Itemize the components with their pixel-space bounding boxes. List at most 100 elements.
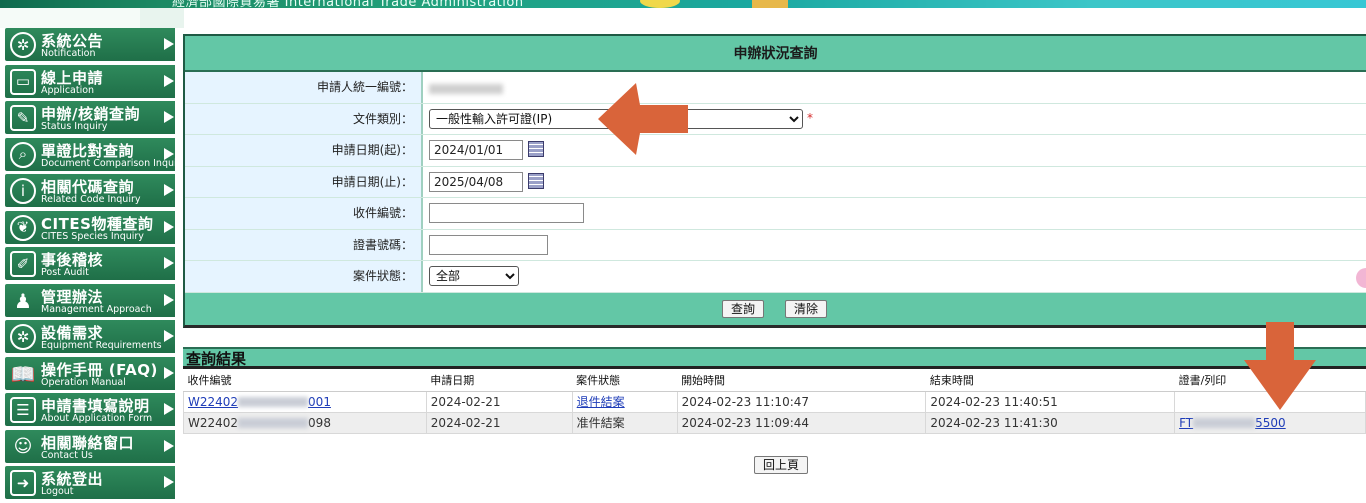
expand-arrow-icon xyxy=(164,147,174,160)
receipt-no-input[interactable] xyxy=(429,203,584,223)
edit-document-icon: ✎ xyxy=(10,105,36,131)
status-cell: 准件結案 xyxy=(571,411,678,434)
case-status-select[interactable]: 全部 xyxy=(429,266,519,286)
top-banner: 經濟部國際貿易署 International Trade Administrat… xyxy=(0,0,1366,8)
cert-no-field xyxy=(429,234,548,256)
end-time-cell: 2024-02-23 11:40:51 xyxy=(925,390,1176,413)
expand-arrow-icon xyxy=(164,366,174,379)
sidebar-item-contact[interactable]: ☺ 相關聯絡窗口 Contact Us xyxy=(5,429,175,463)
leaf-icon: ❦ xyxy=(10,214,36,241)
sidebar-item-sublabel: Status Inquiry xyxy=(41,121,108,132)
expand-arrow-icon xyxy=(164,330,174,342)
doc-type-label: 文件類別： xyxy=(185,103,423,134)
back-button[interactable]: 回上頁 xyxy=(754,456,809,474)
banner-decoration xyxy=(640,0,680,8)
cert-no-label: 證書號碼： xyxy=(185,229,423,260)
sidebar-item-management[interactable]: ♟ 管理辦法 Management Approach xyxy=(5,283,175,317)
receipt-no-row: 收件編號： xyxy=(185,198,1366,230)
cert-no-input[interactable] xyxy=(429,234,548,255)
expand-arrow-icon xyxy=(164,111,174,123)
sidebar-item-related-code[interactable]: i 相關代碼查詢 Related Code Inquiry xyxy=(5,174,175,207)
banner-decoration xyxy=(752,0,788,8)
sidebar-item-sublabel: CITES Species Inquiry xyxy=(41,230,144,242)
query-actions-bar: 查詢 清除 xyxy=(185,293,1366,325)
column-header: 結束時間 xyxy=(925,369,1175,392)
end-time-cell: 2024-02-23 11:41:30 xyxy=(925,411,1176,434)
case-status-row: 案件狀態： 全部 xyxy=(185,261,1366,293)
banner-title: 經濟部國際貿易署 International Trade Administrat… xyxy=(172,0,524,8)
apply-date-cell: 2024-02-21 xyxy=(425,411,573,434)
receipt-suffix: 001 xyxy=(308,394,331,409)
column-header: 案件狀態 xyxy=(572,369,678,392)
expand-arrow-icon xyxy=(164,257,174,269)
sidebar-item-document-comparison[interactable]: ⌕ 單證比對查詢 Document Comparison Inquiry xyxy=(5,137,186,171)
receipt-no-label: 收件編號： xyxy=(185,198,423,229)
sidebar-item-status-inquiry[interactable]: ✎ 申辦/核銷查詢 Status Inquiry xyxy=(5,101,175,134)
date-to-input[interactable] xyxy=(429,171,523,192)
sidebar-item-operation-manual[interactable]: 📖 操作手冊 (FAQ) Operation Manual xyxy=(5,356,175,390)
column-header: 開始時間 xyxy=(677,369,926,392)
query-button[interactable]: 查詢 xyxy=(722,300,765,318)
sidebar-item-notification[interactable]: ✲ 系統公告 Notification xyxy=(5,28,175,61)
receipt-link[interactable]: W22402 001 xyxy=(188,395,331,409)
expand-arrow-icon xyxy=(164,184,174,196)
sidebar-item-equipment[interactable]: ✲ 設備需求 Equipment Requirements xyxy=(5,320,175,353)
search-icon: ⌕ xyxy=(10,141,36,168)
results-panel: 查詢結果 收件編號 申請日期 案件狀態 開始時間 結束時間 證書/列印 W224… xyxy=(183,347,1366,434)
expand-arrow-icon xyxy=(164,476,174,488)
redacted-applicant-id xyxy=(429,83,503,94)
receipt-no-field xyxy=(429,203,584,224)
sidebar-menu: ✲ 系統公告 Notification ▭ 線上申請 Application ✎… xyxy=(5,28,186,503)
table-row: W22402 098 2024-02-21 准件結案 2024-02-23 11:… xyxy=(183,411,1366,434)
cert-print-link[interactable]: FT 5500 xyxy=(1179,416,1286,430)
sidebar-item-logout[interactable]: ➜ 系統登出 Logout xyxy=(5,466,175,499)
query-panel-title: 申辦狀況查詢 xyxy=(185,36,1366,72)
case-status-label: 案件狀態： xyxy=(185,261,423,292)
clear-button[interactable]: 清除 xyxy=(785,300,828,318)
pencil-note-icon: ✐ xyxy=(10,251,36,277)
sidebar-item-sublabel: Contact Us xyxy=(41,449,93,461)
date-from-input[interactable] xyxy=(429,140,523,160)
sidebar-item-application[interactable]: ▭ 線上申請 Application xyxy=(5,64,175,98)
header-spacer xyxy=(0,8,140,28)
redacted-text xyxy=(1193,418,1256,428)
sidebar-item-post-audit[interactable]: ✐ 事後稽核 Post Audit xyxy=(5,247,175,280)
receipt-prefix: W22402 xyxy=(188,415,239,430)
calendar-icon[interactable] xyxy=(528,172,544,189)
results-title: 查詢結果 xyxy=(183,347,1366,369)
sidebar-item-sublabel: Post Audit xyxy=(41,267,89,278)
sidebar-item-cites-species[interactable]: ❦ CITES物種查詢 CITES Species Inquiry xyxy=(5,210,175,244)
receipt-no-cell: W22402 098 xyxy=(183,411,427,434)
sidebar-item-sublabel: Management Approach xyxy=(41,303,152,315)
gear-icon: ✲ xyxy=(10,32,36,58)
cert-suffix: 5500 xyxy=(1255,415,1286,430)
sidebar-item-sublabel: Operation Manual xyxy=(41,376,126,388)
annotation-left-arrow-icon xyxy=(598,83,688,155)
expand-arrow-icon xyxy=(164,38,174,50)
expand-arrow-icon xyxy=(164,439,174,452)
date-to-label: 申請日期(止)： xyxy=(185,166,423,197)
status-link[interactable]: 退件結案 xyxy=(577,395,625,409)
expand-arrow-icon xyxy=(164,220,174,233)
sidebar-item-sublabel: Application xyxy=(41,84,95,96)
expand-arrow-icon xyxy=(164,403,174,415)
sidebar-item-sublabel: About Application Form xyxy=(41,413,153,424)
user-icon: ♟ xyxy=(14,288,32,313)
receipt-prefix: W22402 xyxy=(188,394,239,409)
sidebar-item-sublabel: Equipment Requirements xyxy=(41,340,162,351)
results-table: 收件編號 申請日期 案件狀態 開始時間 結束時間 證書/列印 W22402 001… xyxy=(183,369,1366,434)
applicant-id-row: 申請人統一編號： xyxy=(185,72,1366,104)
sidebar-item-application-form[interactable]: ☰ 申請書填寫說明 About Application Form xyxy=(5,393,175,426)
redacted-text xyxy=(238,397,309,407)
case-status-field: 全部 xyxy=(429,266,519,287)
sidebar-item-sublabel: Notification xyxy=(41,48,96,59)
date-to-row: 申請日期(止)： xyxy=(185,166,1366,198)
doc-type-row: 文件類別： 一般性輸入許可證(IP) * xyxy=(185,103,1366,135)
header-spacer xyxy=(140,8,184,28)
calendar-icon[interactable] xyxy=(528,141,544,157)
start-time-cell: 2024-02-23 11:09:44 xyxy=(676,411,927,434)
cert-cell[interactable]: FT 5500 xyxy=(1174,411,1366,434)
date-to-field xyxy=(429,171,544,193)
receipt-no-cell[interactable]: W22402 001 xyxy=(183,390,427,413)
required-mark: * xyxy=(807,110,813,125)
